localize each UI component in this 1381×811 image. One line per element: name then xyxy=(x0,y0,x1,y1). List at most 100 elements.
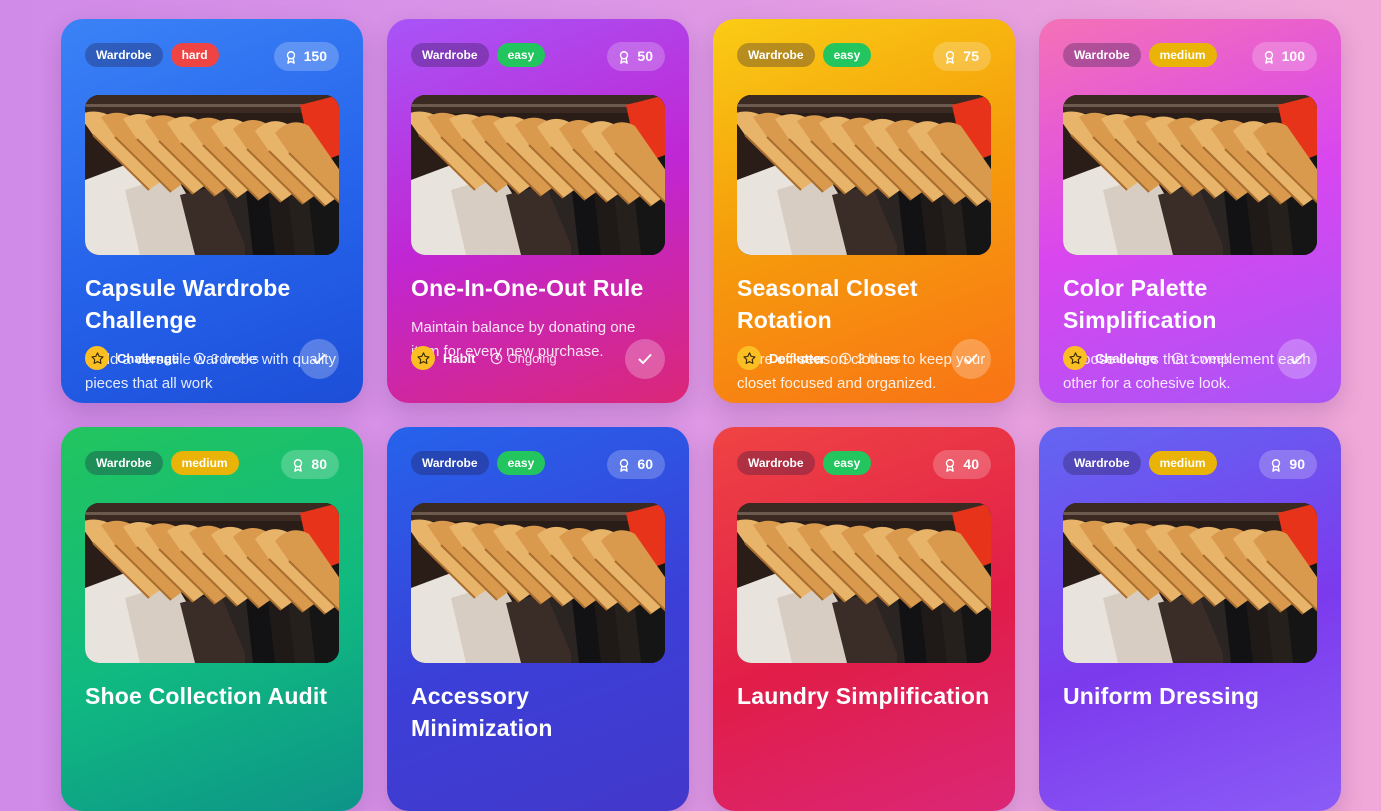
clothes-rack-photo xyxy=(1063,95,1317,255)
award-icon xyxy=(946,50,955,64)
tag-row: Wardrobe easy xyxy=(411,43,546,67)
award-icon xyxy=(620,458,629,472)
star-icon xyxy=(85,346,109,370)
category-badge: Wardrobe xyxy=(85,451,163,475)
award-icon xyxy=(946,458,955,472)
tag-row: Wardrobe hard xyxy=(85,43,219,67)
challenge-title: Capsule Wardrobe Challenge xyxy=(85,275,291,333)
difficulty-badge: hard xyxy=(170,43,219,67)
challenge-card[interactable]: Wardrobe medium 80 Shoe Collection Audit xyxy=(61,427,363,811)
points-badge: 90 xyxy=(1259,450,1317,479)
clock-icon xyxy=(840,352,852,364)
difficulty-badge: medium xyxy=(1148,451,1217,475)
challenge-title: Accessory Minimization xyxy=(411,683,553,741)
check-icon xyxy=(638,354,652,364)
category-badge: Wardrobe xyxy=(737,43,815,67)
duration-text: 3 weeks xyxy=(211,350,259,366)
clock-icon xyxy=(193,352,206,364)
points-badge: 40 xyxy=(933,450,991,479)
difficulty-badge: medium xyxy=(170,451,239,475)
difficulty-badge: medium xyxy=(1148,43,1217,67)
points-value: 60 xyxy=(637,456,653,472)
tag-row: Wardrobe easy xyxy=(737,43,872,67)
points-badge: 80 xyxy=(281,450,339,479)
challenge-meta: Challenge 3 weeks xyxy=(85,346,259,370)
challenge-title: Shoe Collection Audit xyxy=(85,683,328,709)
challenge-card[interactable]: Wardrobe easy 75 Seasonal Closet Rotatio… xyxy=(713,19,1015,403)
difficulty-badge: easy xyxy=(496,43,546,67)
award-icon xyxy=(1272,458,1281,472)
difficulty-badge: easy xyxy=(822,451,872,475)
points-value: 50 xyxy=(637,48,653,64)
category-badge: Wardrobe xyxy=(737,451,815,475)
star-icon xyxy=(411,346,435,370)
challenge-title: Seasonal Closet Rotation xyxy=(737,275,918,333)
complete-button[interactable] xyxy=(1277,339,1317,379)
duration-text: 1 week xyxy=(1189,350,1231,366)
duration: 3 weeks xyxy=(193,351,259,366)
points-value: 100 xyxy=(1281,48,1305,64)
award-icon xyxy=(1264,50,1273,64)
points-value: 75 xyxy=(963,48,979,64)
complete-button[interactable] xyxy=(299,339,339,379)
tag-row: Wardrobe medium xyxy=(1063,43,1217,67)
clothes-rack-photo xyxy=(411,503,665,663)
points-value: 40 xyxy=(963,456,979,472)
duration: 1 week xyxy=(1171,351,1230,366)
tag-row: Wardrobe easy xyxy=(737,451,872,475)
duration-text: 2 hours xyxy=(857,350,901,366)
clock-icon xyxy=(1171,352,1184,364)
clothes-rack-photo xyxy=(85,503,339,663)
challenge-card[interactable]: Wardrobe easy 60 Accessory Minimization xyxy=(387,427,689,811)
challenge-card[interactable]: Wardrobe hard 150 Capsule Wardrobe Chall… xyxy=(61,19,363,403)
tag-row: Wardrobe medium xyxy=(1063,451,1217,475)
category-badge: Wardrobe xyxy=(85,43,163,67)
complete-button[interactable] xyxy=(951,339,991,379)
clothes-rack-photo xyxy=(411,95,665,255)
points-badge: 75 xyxy=(933,42,991,71)
award-icon xyxy=(286,50,295,64)
points-badge: 100 xyxy=(1251,42,1317,71)
tag-row: Wardrobe medium xyxy=(85,451,239,475)
challenge-type: Challenge xyxy=(117,350,180,366)
category-badge: Wardrobe xyxy=(411,451,489,475)
points-value: 90 xyxy=(1289,456,1305,472)
challenge-card[interactable]: Wardrobe medium 100 Color Palette Simpli… xyxy=(1039,19,1341,403)
challenge-card[interactable]: Wardrobe medium 90 Uniform Dressing xyxy=(1039,427,1341,811)
clock-icon xyxy=(490,352,502,364)
challenge-card[interactable]: Wardrobe easy 50 One-In-One-Out Rule Mai… xyxy=(387,19,689,403)
clothes-rack-photo xyxy=(737,503,991,663)
duration: 2 hours xyxy=(839,350,901,366)
challenge-meta: Habit Ongoing xyxy=(411,346,557,370)
award-icon xyxy=(294,458,303,472)
points-value: 80 xyxy=(311,456,327,472)
challenge-card[interactable]: Wardrobe easy 40 Laundry Simplification xyxy=(713,427,1015,811)
points-value: 150 xyxy=(303,48,327,64)
challenge-meta: Declutter 2 hours xyxy=(737,346,901,370)
difficulty-badge: easy xyxy=(822,43,872,67)
challenge-title: Uniform Dressing xyxy=(1063,683,1260,709)
clothes-rack-photo xyxy=(737,95,991,255)
difficulty-badge: easy xyxy=(496,451,546,475)
challenge-meta: Challenge 1 week xyxy=(1063,346,1230,370)
duration-text: Ongoing xyxy=(507,350,557,366)
check-icon xyxy=(312,354,326,364)
tag-row: Wardrobe easy xyxy=(411,451,546,475)
category-badge: Wardrobe xyxy=(1063,43,1141,67)
points-badge: 150 xyxy=(273,42,339,71)
star-icon xyxy=(737,346,761,370)
challenge-type: Challenge xyxy=(1095,350,1158,366)
challenge-title: One-In-One-Out Rule xyxy=(411,275,644,301)
award-icon xyxy=(620,50,629,64)
complete-button[interactable] xyxy=(625,339,665,379)
challenge-type: Declutter xyxy=(769,350,826,366)
challenge-title: Laundry Simplification xyxy=(737,683,990,709)
star-icon xyxy=(1063,346,1087,370)
check-icon xyxy=(1290,354,1304,364)
category-badge: Wardrobe xyxy=(1063,451,1141,475)
clothes-rack-photo xyxy=(85,95,339,255)
challenge-grid: Wardrobe hard 150 Capsule Wardrobe Chall… xyxy=(61,19,1341,811)
check-icon xyxy=(964,354,978,364)
challenge-title: Color Palette Simplification xyxy=(1063,275,1217,333)
clothes-rack-photo xyxy=(1063,503,1317,663)
